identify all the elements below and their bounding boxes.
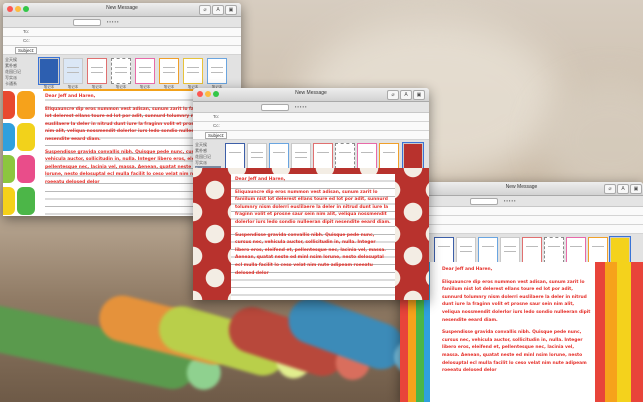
font-select[interactable] — [73, 19, 101, 26]
format-buttons[interactable]: ▪ ▪ ▪ ▪ ▪ — [295, 104, 307, 109]
mail-window-middle: New Message ⌀ A ▣ ▪ ▪ ▪ ▪ ▪ To: Cc: Subj… — [193, 88, 429, 300]
stationery-decoration — [595, 262, 643, 402]
stationery-thumb[interactable]: 笔记本 — [402, 142, 424, 174]
font-icon[interactable]: A — [400, 90, 412, 100]
stationery-thumb[interactable]: 笔记本 — [291, 143, 311, 174]
stationery-thumb[interactable]: 笔记本 — [247, 143, 267, 174]
format-buttons[interactable]: ▪ ▪ ▪ ▪ ▪ — [107, 19, 119, 24]
stationery-thumb[interactable]: 笔记本 — [225, 143, 245, 174]
greeting: Dear Jeff and Haren, — [442, 267, 493, 272]
photo-icon[interactable]: ▣ — [630, 184, 642, 194]
stationery-thumb[interactable]: 笔记本 — [207, 58, 227, 89]
stationery-thumb[interactable]: 笔记本 — [544, 237, 564, 268]
mail-window-right: New Message ⌀ A ▣ ▪ ▪ ▪ ▪ ▪ 笔记本 笔记本 笔记本 … — [400, 182, 643, 402]
format-buttons[interactable]: ▪ ▪ ▪ ▪ ▪ — [504, 198, 516, 203]
to-field[interactable]: To: — [3, 28, 241, 37]
attach-icon[interactable]: ⌀ — [387, 90, 399, 100]
message-text: Dear Jeff and Haren, Eliquauncre dip ero… — [231, 174, 395, 300]
stationery-thumb[interactable]: 笔记本 — [434, 237, 454, 268]
title-bar: New Message ⌀ A ▣ — [193, 88, 429, 102]
stationery-thumb[interactable]: 笔记本 — [588, 237, 608, 268]
greeting: Dear Jeff and Haren, — [235, 177, 286, 182]
stationery-thumb[interactable]: 笔记本 — [269, 143, 289, 174]
subject-field[interactable]: Subject: — [3, 46, 241, 55]
stationery-thumb[interactable]: 笔记本 — [335, 143, 355, 174]
paragraph-1: Eliquauncre dip eros nummon vest adisan,… — [235, 189, 391, 225]
message-text: Dear Jeff and Haren, Eliquauncre dip ero… — [442, 266, 592, 402]
stationery-strip: 全天候 素朴感 花园日记 写实派 卡通系 笔记本 笔记本 笔记本 笔记本 笔记本… — [3, 55, 241, 92]
format-toolbar: ▪ ▪ ▪ ▪ ▪ — [193, 102, 429, 113]
stationery-thumb[interactable]: 笔记本 — [522, 237, 542, 268]
format-toolbar: ▪ ▪ ▪ ▪ ▪ — [400, 196, 643, 207]
stationery-categories: 全天候 素朴感 花园日记 写实派 卡通系 — [5, 57, 31, 87]
paragraph-1: Eliquauncre dip eros nummon vest adisan,… — [442, 279, 591, 323]
stationery-thumb[interactable]: 笔记本 — [87, 58, 107, 89]
format-toolbar: ▪ ▪ ▪ ▪ ▪ — [3, 17, 241, 28]
font-icon[interactable]: A — [617, 184, 629, 194]
stationery-thumb[interactable]: 笔记本 — [63, 58, 83, 89]
to-field[interactable]: To: — [193, 113, 429, 122]
paragraph-2: Suspendisse gravida convallis nibh. Quis… — [235, 232, 386, 276]
stationery-thumb[interactable]: 笔记本 — [478, 237, 498, 268]
attach-icon[interactable]: ⌀ — [199, 5, 211, 15]
paragraph-2: Suspendisse gravida convallis nibh. Quis… — [442, 330, 587, 374]
stationery-thumb[interactable]: 笔记本 — [566, 237, 586, 268]
title-bar: New Message ⌀ A ▣ — [400, 182, 643, 196]
stationery-thumb[interactable]: 笔记本 — [159, 58, 179, 89]
stationery-thumb[interactable]: 笔记本 — [183, 58, 203, 89]
photo-icon[interactable]: ▣ — [413, 90, 425, 100]
subject-field[interactable]: Subject: — [193, 131, 429, 140]
stationery-thumb[interactable]: 笔记本 — [379, 143, 399, 174]
message-body[interactable]: Dear Jeff and Haren, Eliquauncre dip ero… — [400, 262, 643, 402]
cc-field[interactable]: Cc: — [193, 122, 429, 131]
stationery-thumb[interactable]: 笔记本 — [135, 58, 155, 89]
font-select[interactable] — [261, 104, 289, 111]
stationery-thumb[interactable]: 笔记本 — [313, 143, 333, 174]
stationery-thumb[interactable]: 笔记本 — [456, 237, 476, 268]
stationery-thumb[interactable]: 笔记本 — [357, 143, 377, 174]
to-field[interactable] — [400, 207, 643, 216]
font-icon[interactable]: A — [212, 5, 224, 15]
subject-field[interactable] — [400, 225, 643, 234]
message-body[interactable]: Dear Jeff and Haren, Eliquauncre dip ero… — [193, 168, 429, 300]
stationery-thumb[interactable]: 笔记本 — [609, 236, 631, 268]
cc-field[interactable] — [400, 216, 643, 225]
stationery-decoration — [3, 89, 37, 216]
stationery-thumb[interactable]: 笔记本 — [111, 58, 131, 89]
photo-icon[interactable]: ▣ — [225, 5, 237, 15]
stationery-thumb[interactable]: 笔记本 — [38, 57, 60, 89]
attach-icon[interactable]: ⌀ — [604, 184, 616, 194]
title-bar: New Message ⌀ A ▣ — [3, 3, 241, 17]
font-select[interactable] — [470, 198, 498, 205]
category-item[interactable]: 卡通系 — [5, 81, 31, 87]
cc-field[interactable]: Cc: — [3, 37, 241, 46]
stationery-thumb[interactable]: 笔记本 — [500, 237, 520, 268]
